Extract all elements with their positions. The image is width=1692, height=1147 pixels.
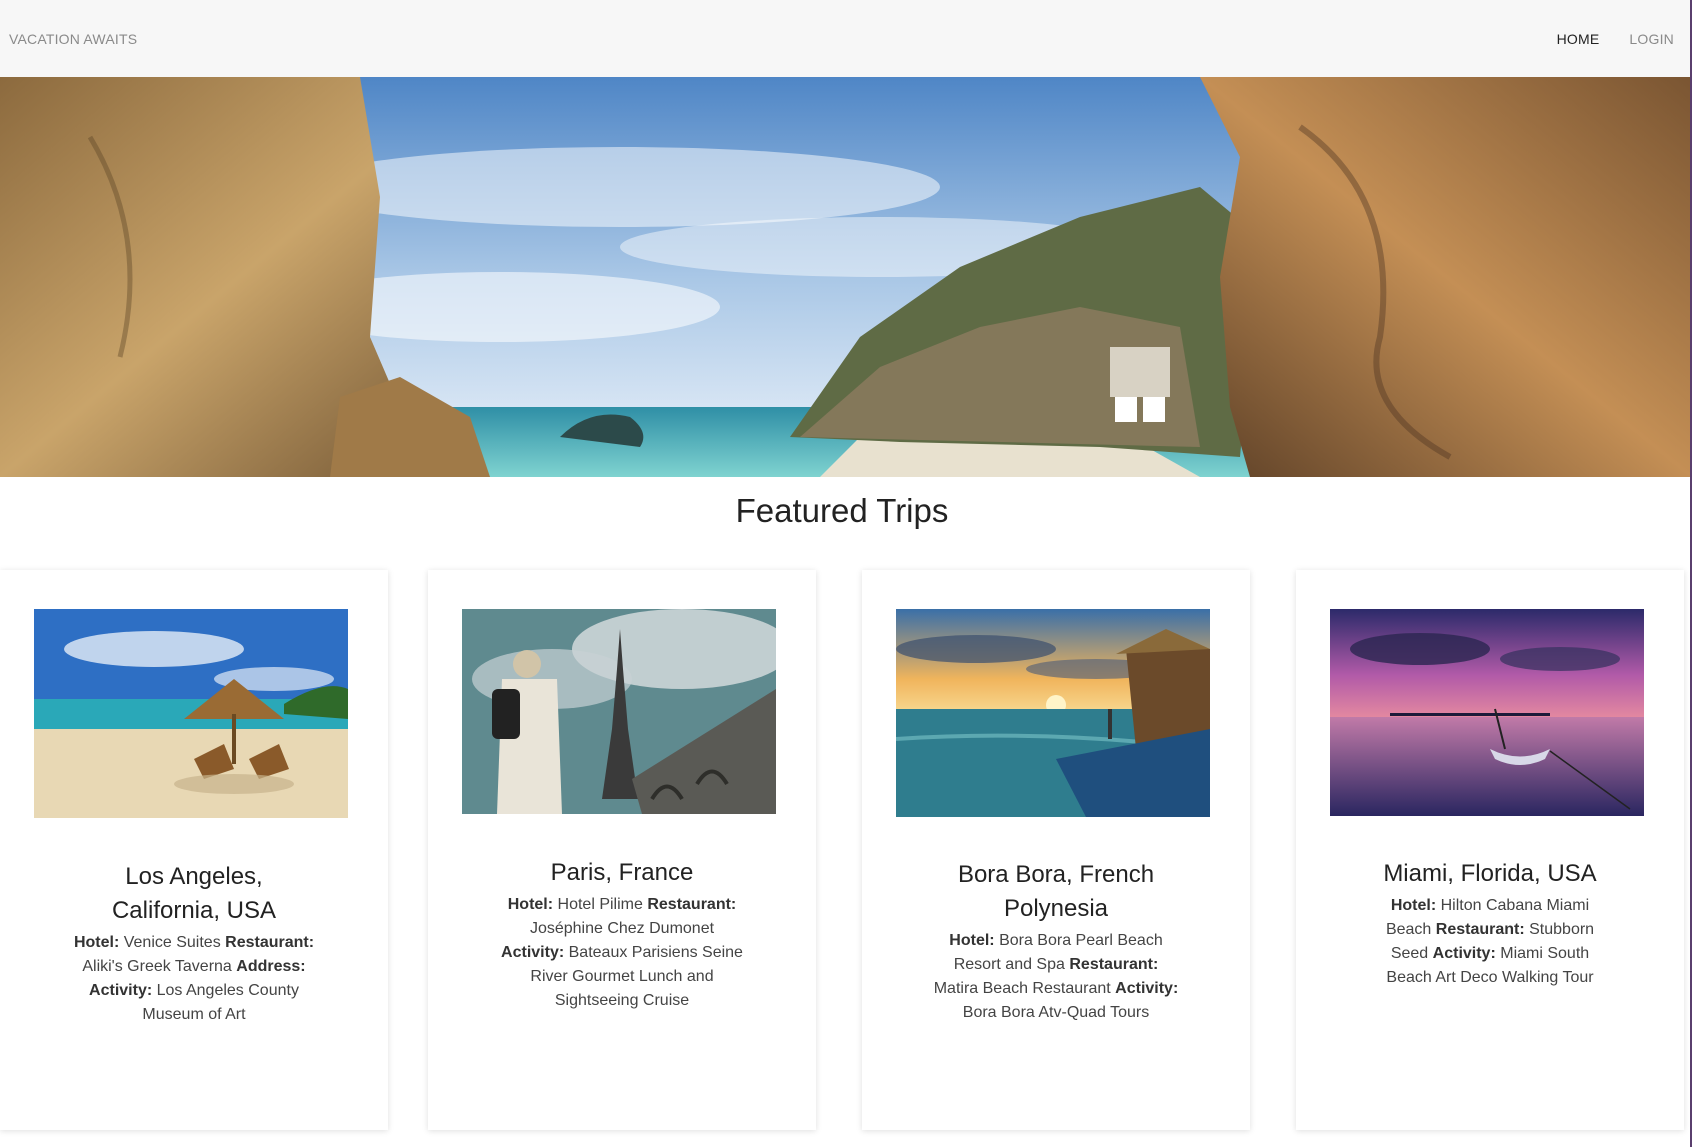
hotel-value: Hotel Pilime <box>557 896 643 913</box>
hero-banner-image <box>0 77 1692 477</box>
trip-image-sunset-boat <box>1330 609 1644 816</box>
hotel-label: Hotel: <box>949 932 995 949</box>
trip-title: Bora Bora, French Polynesia <box>957 861 1155 922</box>
hotel-label: Hotel: <box>73 934 120 951</box>
trip-card-paris[interactable]: Paris, France Hotel: Hotel Pilime Restau… <box>428 570 816 1130</box>
featured-trips-list: Los Angeles, California, USA Hotel: Veni… <box>0 570 1692 1130</box>
sunset-boat-photo <box>1330 609 1644 816</box>
brand-logo-link[interactable]: VACATION AWAITS <box>9 31 137 47</box>
trip-card-body: Los Angeles, California, USA Hotel: Veni… <box>0 860 388 1027</box>
address-label: Address: <box>236 958 306 975</box>
activity-value: Bora Bora Atv-Quad Tours <box>962 1004 1150 1021</box>
trip-details: Hotel: Bora Bora Pearl Beach Resort and … <box>932 929 1180 1025</box>
trip-card-bora-bora[interactable]: Bora Bora, French Polynesia Hotel: Bora … <box>862 570 1250 1130</box>
activity-label: Activity: <box>89 982 153 999</box>
trip-title: Paris, France <box>550 859 694 886</box>
restaurant-value: Aliki's Greek Taverna <box>82 958 232 975</box>
restaurant-label: Restaurant: <box>1435 921 1525 938</box>
trip-title: Los Angeles, California, USA <box>111 863 277 924</box>
eiffel-tower-photo <box>462 609 776 814</box>
overwater-bungalow-photo <box>896 609 1210 817</box>
restaurant-value: Joséphine Chez Dumonet <box>529 920 715 937</box>
trip-image-overwater-bungalow <box>896 609 1210 817</box>
trip-card-body: Paris, France Hotel: Hotel Pilime Restau… <box>428 856 816 1013</box>
trip-card-miami[interactable]: Miami, Florida, USA Hotel: Hilton Cabana… <box>1296 570 1684 1130</box>
nav-links: HOME LOGIN <box>1557 31 1674 47</box>
trip-card-body: Bora Bora, French Polynesia Hotel: Bora … <box>862 858 1250 1025</box>
trip-details: Hotel: Hilton Cabana Miami Beach Restaur… <box>1366 894 1614 990</box>
nav-home-link[interactable]: HOME <box>1557 31 1600 47</box>
activity-label: Activity: <box>501 944 565 961</box>
beach-umbrella-photo <box>34 609 348 818</box>
activity-value: Los Angeles County Museum of Art <box>142 982 299 1023</box>
trip-details: Hotel: Hotel Pilime Restaurant: Joséphin… <box>498 893 746 1013</box>
hotel-value: Venice Suites <box>123 934 221 951</box>
trip-title: Miami, Florida, USA <box>1383 860 1597 887</box>
trip-card-los-angeles[interactable]: Los Angeles, California, USA Hotel: Veni… <box>0 570 388 1130</box>
restaurant-label: Restaurant: <box>1069 956 1159 973</box>
featured-trips-heading: Featured Trips <box>735 492 949 529</box>
top-navbar: VACATION AWAITS HOME LOGIN <box>0 0 1692 77</box>
restaurant-label: Restaurant: <box>647 896 737 913</box>
activity-label: Activity: <box>1115 980 1179 997</box>
restaurant-label: Restaurant: <box>225 934 315 951</box>
hotel-label: Hotel: <box>507 896 554 913</box>
restaurant-value: Matira Beach Restaurant <box>933 980 1111 997</box>
activity-label: Activity: <box>1432 945 1496 962</box>
trip-image-eiffel-tower <box>462 609 776 814</box>
hotel-label: Hotel: <box>1390 897 1437 914</box>
nav-login-link[interactable]: LOGIN <box>1629 31 1674 47</box>
hero-photo <box>0 77 1692 477</box>
trip-card-body: Miami, Florida, USA Hotel: Hilton Cabana… <box>1296 857 1684 990</box>
trip-details: Hotel: Venice Suites Restaurant: Aliki's… <box>70 931 318 1027</box>
trip-image-beach-umbrella <box>34 609 348 818</box>
